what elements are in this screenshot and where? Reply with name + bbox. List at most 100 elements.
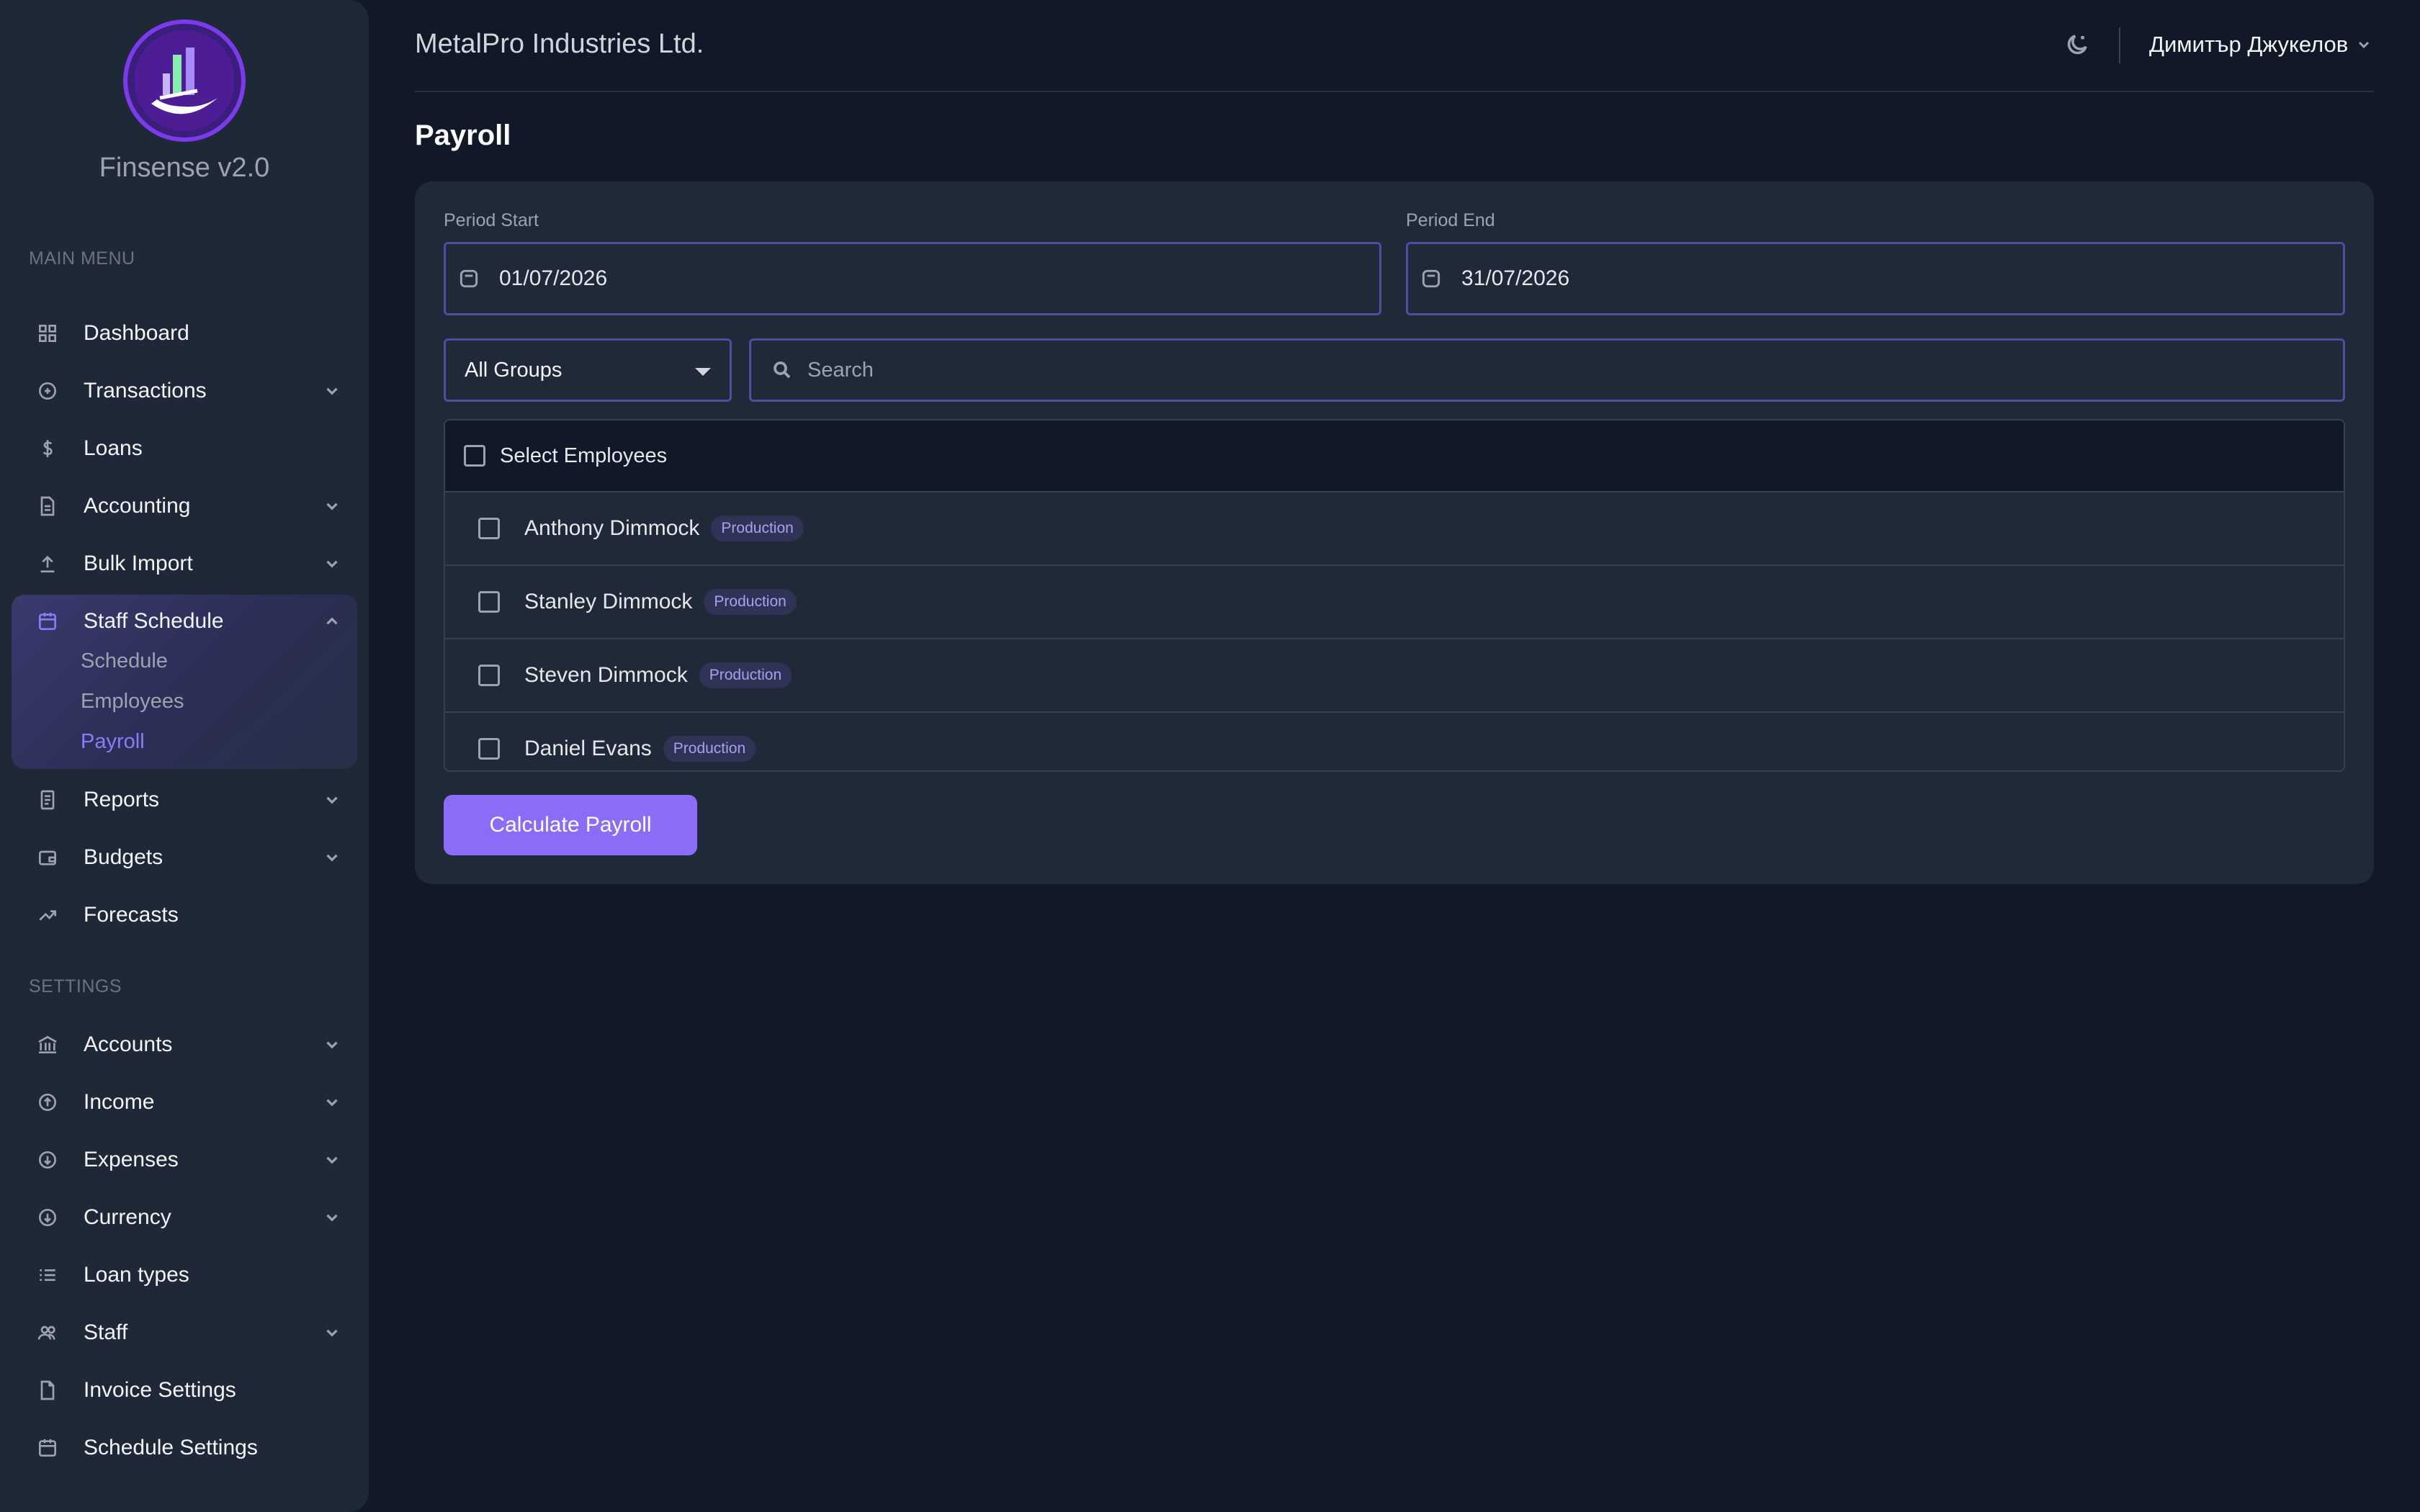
- sidebar-item-label: Transactions: [84, 379, 207, 402]
- employee-list-header: Select Employees: [445, 420, 2344, 492]
- select-all-checkbox[interactable]: [464, 445, 485, 467]
- header-divider: [2119, 27, 2120, 63]
- sidebar-item-reports[interactable]: Reports: [12, 775, 357, 825]
- page-title: Payroll: [415, 120, 511, 151]
- sidebar: Finsense v2.0 MAIN MENU Dashboard Transa…: [0, 0, 369, 1512]
- wallet-icon: [35, 845, 60, 870]
- employee-checkbox[interactable]: [478, 518, 500, 539]
- arrow-down-circle-icon: [35, 1147, 60, 1173]
- sidebar-item-label: Accounting: [84, 494, 191, 518]
- plus-circle-icon: [35, 378, 60, 404]
- employee-name: Anthony Dimmock: [524, 516, 700, 540]
- sidebar-item-accounting[interactable]: Accounting: [12, 481, 357, 531]
- sidebar-item-loan-types[interactable]: Loan types: [12, 1250, 357, 1300]
- table-row[interactable]: Daniel Evans Production: [445, 713, 2344, 770]
- sidebar-item-budgets[interactable]: Budgets: [12, 832, 357, 883]
- user-name: Димитър Джукелов: [2149, 32, 2349, 57]
- document-icon: [35, 493, 60, 519]
- finsense-logo[interactable]: [122, 19, 246, 143]
- chevron-down-icon: [323, 382, 341, 400]
- header-separator: [415, 91, 2374, 92]
- sidebar-item-loans[interactable]: Loans: [12, 423, 357, 474]
- user-menu[interactable]: Димитър Джукелов: [2149, 32, 2372, 58]
- dollar-icon: [35, 436, 60, 462]
- sidebar-item-invoice-settings[interactable]: Invoice Settings: [12, 1365, 357, 1416]
- sidebar-item-expenses[interactable]: Expenses: [12, 1135, 357, 1185]
- period-start-label: Period Start: [444, 210, 539, 230]
- chevron-down-icon: [323, 1208, 341, 1227]
- sidebar-item-label: Loan types: [84, 1263, 189, 1287]
- select-all-label: Select Employees: [500, 444, 668, 467]
- brand-name: Finsense v2.0: [99, 153, 270, 183]
- calendar-icon: [35, 608, 60, 634]
- chevron-down-icon: [323, 497, 341, 516]
- chevron-down-icon: [323, 1093, 341, 1112]
- calendar-icon: [35, 1435, 60, 1461]
- search-icon: [771, 359, 793, 381]
- period-end-input[interactable]: 31/07/2026: [1406, 242, 2345, 315]
- employee-checkbox[interactable]: [478, 738, 500, 760]
- sidebar-item-label: Bulk Import: [84, 552, 193, 575]
- table-row[interactable]: Stanley Dimmock Production: [445, 566, 2344, 639]
- sidebar-item-label: Invoice Settings: [84, 1378, 236, 1402]
- sidebar-item-dashboard[interactable]: Dashboard: [12, 308, 357, 359]
- sidebar-item-accounts[interactable]: Accounts: [12, 1020, 357, 1070]
- bank-icon: [35, 1032, 60, 1058]
- period-end-value: 31/07/2026: [1461, 266, 1570, 290]
- upload-icon: [35, 551, 60, 577]
- sidebar-item-label: Dashboard: [84, 321, 189, 345]
- sidebar-subitem-schedule[interactable]: Schedule: [81, 649, 168, 673]
- trend-icon: [35, 902, 60, 928]
- period-end-label: Period End: [1406, 210, 1495, 230]
- period-start-input[interactable]: 01/07/2026: [444, 242, 1381, 315]
- group-badge: Production: [663, 736, 756, 762]
- sidebar-item-staff-schedule[interactable]: Staff Schedule: [12, 596, 357, 647]
- arrow-up-circle-icon: [35, 1089, 60, 1115]
- sidebar-item-label: Accounts: [84, 1032, 173, 1056]
- sidebar-item-label: Staff: [84, 1320, 128, 1344]
- search-field[interactable]: [749, 338, 2345, 402]
- chevron-down-icon: [323, 1035, 341, 1054]
- chevron-down-icon: [323, 1151, 341, 1169]
- employee-checkbox[interactable]: [478, 591, 500, 613]
- sidebar-item-schedule-settings[interactable]: Schedule Settings: [12, 1423, 357, 1473]
- sidebar-item-label: Staff Schedule: [84, 609, 224, 633]
- group-badge: Production: [704, 589, 797, 615]
- period-start-value: 01/07/2026: [499, 266, 608, 290]
- main-menu-label: MAIN MENU: [29, 248, 135, 269]
- group-badge: Production: [699, 662, 792, 688]
- sidebar-item-label: Loans: [84, 436, 143, 460]
- file-icon: [35, 1377, 60, 1403]
- chevron-down-icon: [323, 1323, 341, 1342]
- sidebar-item-currency[interactable]: Currency: [12, 1192, 357, 1243]
- sidebar-item-forecasts[interactable]: Forecasts: [12, 890, 357, 940]
- group-select[interactable]: All Groups: [444, 338, 732, 402]
- chevron-down-icon: [323, 554, 341, 573]
- currency-icon: [35, 1205, 60, 1230]
- sidebar-item-income[interactable]: Income: [12, 1077, 357, 1128]
- search-input[interactable]: [807, 358, 2320, 382]
- list-icon: [35, 1262, 60, 1288]
- company-name: MetalPro Industries Ltd.: [415, 29, 704, 59]
- group-badge: Production: [711, 516, 804, 541]
- sidebar-item-label: Income: [84, 1090, 155, 1114]
- sidebar-item-transactions[interactable]: Transactions: [12, 366, 357, 416]
- moon-icon[interactable]: [2064, 32, 2090, 58]
- people-icon: [35, 1320, 60, 1346]
- sidebar-item-label: Forecasts: [84, 903, 179, 927]
- employee-name: Daniel Evans: [524, 737, 652, 760]
- chevron-down-icon: [2359, 41, 2370, 49]
- sidebar-item-staff[interactable]: Staff: [12, 1308, 357, 1358]
- table-row[interactable]: Steven Dimmock Production: [445, 639, 2344, 713]
- sidebar-item-label: Budgets: [84, 845, 163, 869]
- sidebar-subitem-payroll[interactable]: Payroll: [81, 730, 145, 754]
- sidebar-item-label: Schedule Settings: [84, 1436, 258, 1459]
- sidebar-item-bulk-import[interactable]: Bulk Import: [12, 539, 357, 589]
- employee-name: Steven Dimmock: [524, 663, 688, 687]
- report-icon: [35, 787, 60, 813]
- table-row[interactable]: Anthony Dimmock Production: [445, 492, 2344, 566]
- sidebar-subitem-employees[interactable]: Employees: [81, 690, 184, 714]
- payroll-card: Period Start 01/07/2026 Period End 31/07…: [415, 181, 2374, 884]
- calculate-payroll-button[interactable]: Calculate Payroll: [444, 795, 697, 855]
- employee-checkbox[interactable]: [478, 665, 500, 686]
